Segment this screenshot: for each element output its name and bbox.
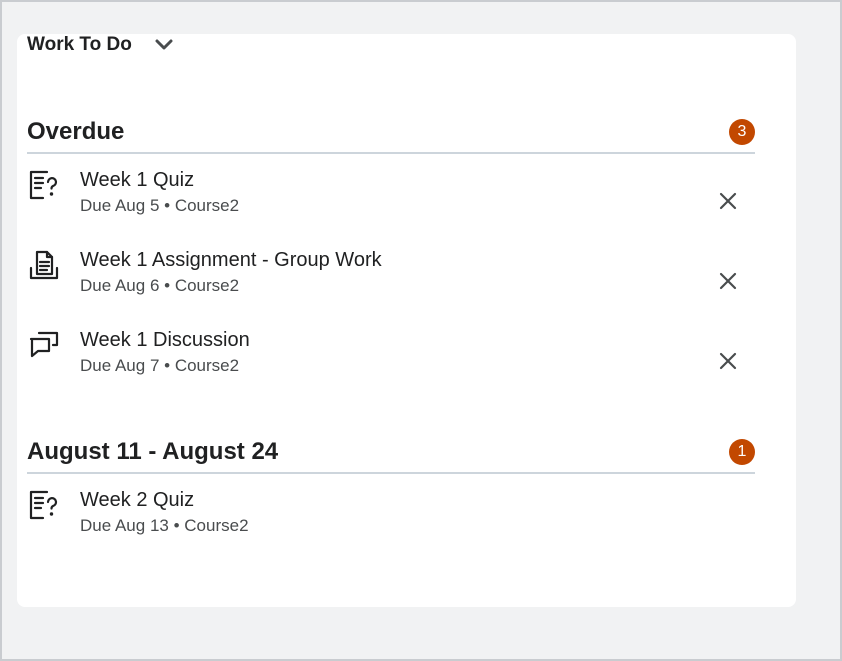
- section-overdue: Overdue 3 Week 1 Quiz Due Aug 5 • Course…: [27, 116, 755, 400]
- discussion-icon: [27, 328, 61, 362]
- count-badge: 1: [729, 439, 755, 465]
- list-item[interactable]: Week 1 Quiz Due Aug 5 • Course2: [27, 160, 755, 240]
- assignment-icon: [27, 248, 61, 282]
- course-name: Course2: [174, 356, 240, 375]
- item-title[interactable]: Week 1 Assignment - Group Work: [80, 248, 382, 272]
- list-item[interactable]: Week 1 Assignment - Group Work Due Aug 6…: [27, 240, 755, 320]
- due-date: Due Aug 5: [80, 196, 160, 215]
- item-meta: Due Aug 13 • Course2: [80, 514, 249, 538]
- separator: •: [164, 356, 171, 375]
- item-meta: Due Aug 5 • Course2: [80, 194, 239, 218]
- separator: •: [164, 276, 171, 295]
- item-title[interactable]: Week 1 Discussion: [80, 328, 250, 352]
- close-icon[interactable]: [717, 270, 739, 292]
- course-name: Course2: [174, 276, 240, 295]
- section-header: Overdue 3: [27, 116, 755, 154]
- chevron-down-icon[interactable]: [154, 38, 174, 52]
- close-icon[interactable]: [717, 350, 739, 372]
- list-item[interactable]: Week 2 Quiz Due Aug 13 • Course2: [27, 480, 755, 560]
- work-to-do-header[interactable]: Work To Do: [27, 34, 174, 56]
- due-date: Due Aug 7: [80, 356, 160, 375]
- due-date: Due Aug 13: [80, 516, 169, 535]
- section-header: August 11 - August 24 1: [27, 436, 755, 474]
- quiz-icon: [27, 168, 61, 202]
- item-meta: Due Aug 6 • Course2: [80, 274, 382, 298]
- quiz-icon: [27, 488, 61, 522]
- due-date: Due Aug 6: [80, 276, 160, 295]
- section-title: Overdue: [27, 118, 125, 145]
- item-meta: Due Aug 7 • Course2: [80, 354, 250, 378]
- section-upcoming: August 11 - August 24 1 Week 2 Quiz Due …: [27, 436, 755, 560]
- separator: •: [164, 196, 171, 215]
- course-name: Course2: [174, 196, 240, 215]
- course-name: Course2: [184, 516, 249, 535]
- item-title[interactable]: Week 2 Quiz: [80, 488, 249, 512]
- close-icon[interactable]: [717, 190, 739, 212]
- list-item[interactable]: Week 1 Discussion Due Aug 7 • Course2: [27, 320, 755, 400]
- section-title: August 11 - August 24: [27, 438, 279, 465]
- separator: •: [173, 516, 180, 535]
- item-title[interactable]: Week 1 Quiz: [80, 168, 239, 192]
- widget-title: Work To Do: [27, 34, 132, 55]
- count-badge: 3: [729, 119, 755, 145]
